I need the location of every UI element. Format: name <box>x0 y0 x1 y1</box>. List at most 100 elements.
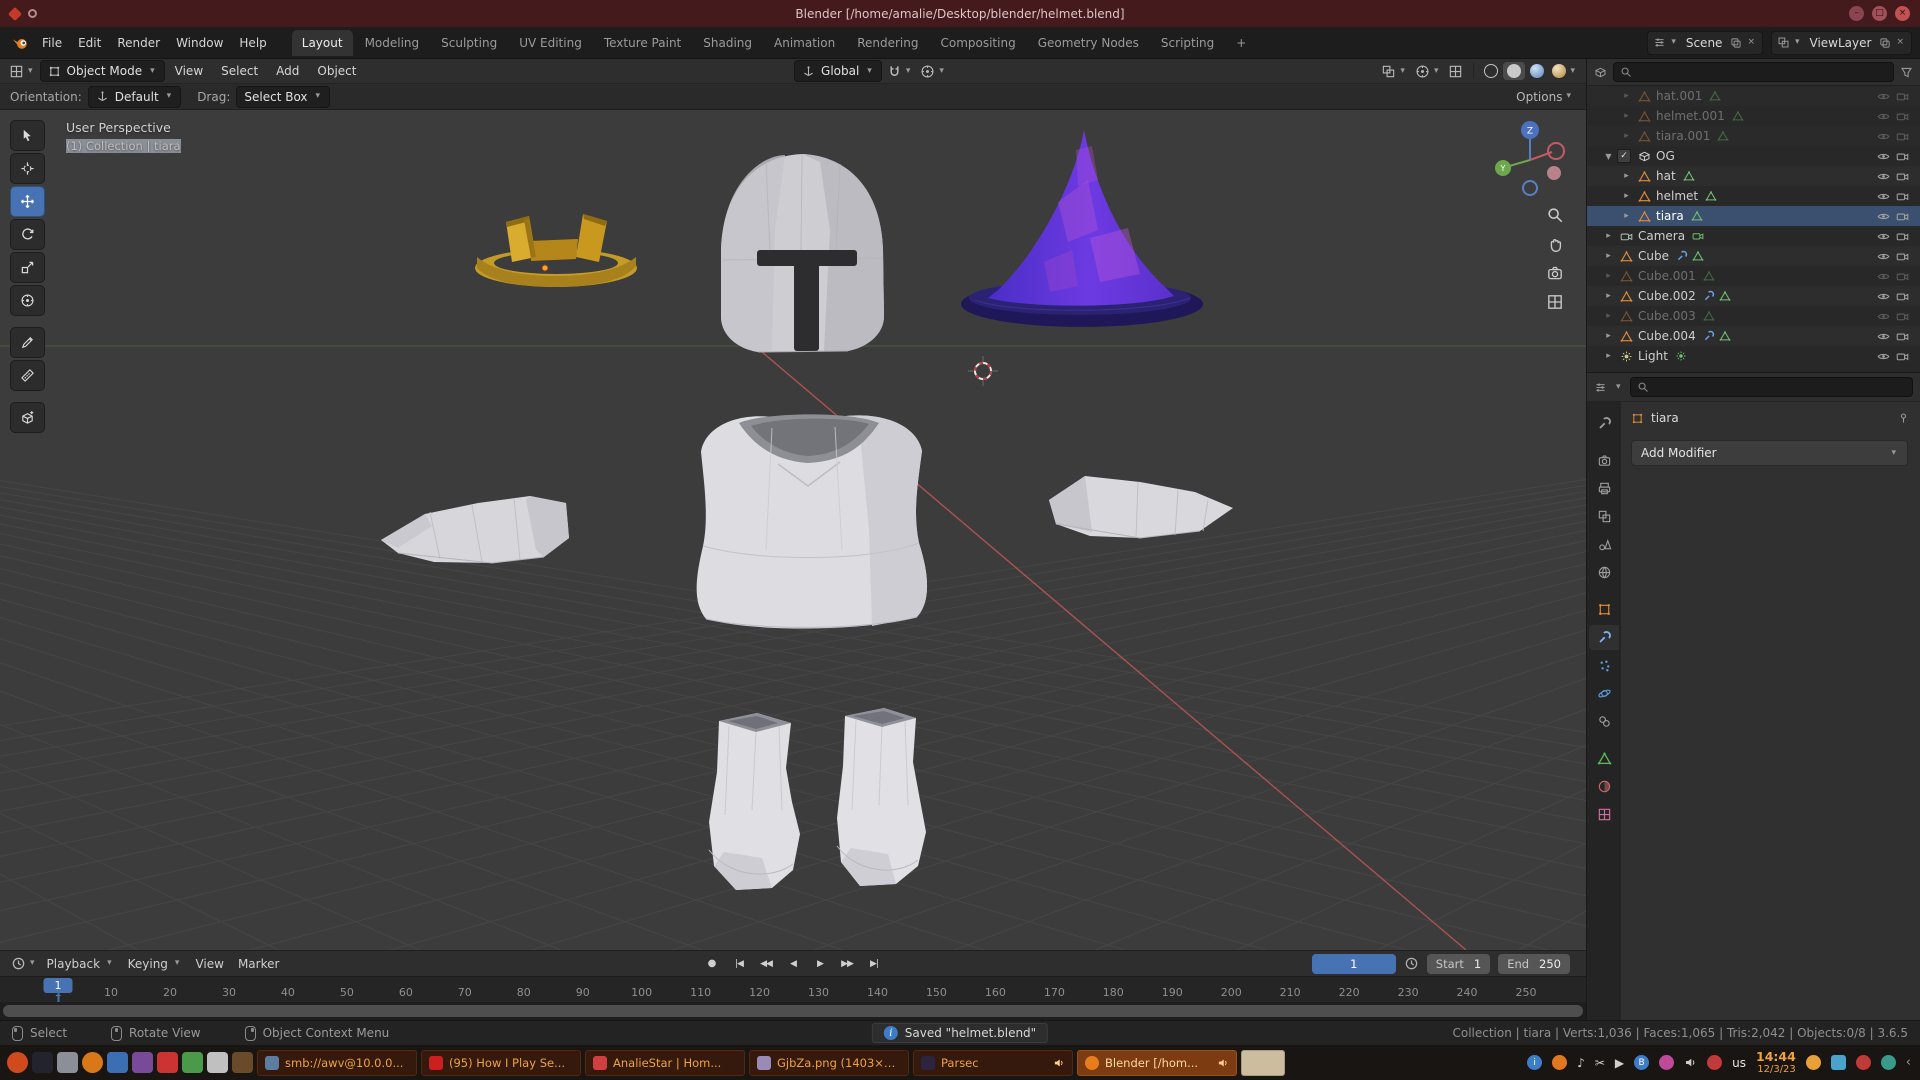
properties-search-input[interactable] <box>1630 377 1913 397</box>
hide-viewport-icon[interactable] <box>1874 290 1893 303</box>
orientation-dropdown[interactable]: Default ▾ <box>88 86 181 108</box>
media-player-icon[interactable] <box>132 1052 153 1073</box>
menu-add[interactable]: Add <box>268 61 307 81</box>
disable-render-icon[interactable] <box>1893 350 1912 363</box>
disable-render-icon[interactable] <box>1893 330 1912 343</box>
frame-start-field[interactable]: Start1 <box>1427 954 1490 974</box>
expand-icon[interactable]: ▸ <box>1600 331 1617 341</box>
hide-viewport-icon[interactable] <box>1874 270 1893 283</box>
keyboard-layout-indicator[interactable]: us <box>1732 1056 1746 1070</box>
toggle-xray-button[interactable] <box>1445 61 1466 81</box>
shading-rendered-button[interactable]: ▾ <box>1549 61 1580 81</box>
hide-viewport-icon[interactable] <box>1874 190 1893 203</box>
new-scene-icon[interactable] <box>1730 37 1742 49</box>
tab-output[interactable] <box>1589 476 1619 501</box>
hide-viewport-icon[interactable] <box>1874 150 1893 163</box>
expand-icon[interactable]: ▸ <box>1618 211 1635 221</box>
monitor-icon[interactable] <box>1831 1055 1846 1070</box>
taskbar-window-blank[interactable] <box>1241 1050 1285 1076</box>
menu-help[interactable]: Help <box>231 32 274 54</box>
expand-icon[interactable]: ▸ <box>1618 91 1635 101</box>
proportional-edit-button[interactable]: ▾ <box>917 61 949 81</box>
hide-viewport-icon[interactable] <box>1874 110 1893 123</box>
network-icon[interactable] <box>1881 1055 1896 1070</box>
tab-scene[interactable] <box>1589 532 1619 557</box>
new-viewlayer-icon[interactable] <box>1879 37 1891 49</box>
hide-viewport-icon[interactable] <box>1874 350 1893 363</box>
expand-icon[interactable]: ▸ <box>1618 131 1635 141</box>
boot-right-object[interactable] <box>837 708 926 886</box>
tool-transform[interactable] <box>10 285 45 316</box>
menu-window[interactable]: Window <box>168 32 231 54</box>
text-editor-icon[interactable] <box>207 1052 228 1073</box>
outliner-search-input[interactable] <box>1613 62 1894 82</box>
tab-modeling[interactable]: Modeling <box>355 30 430 56</box>
disable-render-icon[interactable] <box>1893 190 1912 203</box>
filter-icon[interactable] <box>1900 66 1913 79</box>
auto-key-button[interactable]: ● <box>699 954 725 974</box>
outliner-item[interactable]: ▸ hat <box>1587 166 1920 186</box>
navigation-gizmo[interactable]: Z Y <box>1490 116 1570 200</box>
snap-toggle[interactable]: ▾ <box>884 61 916 81</box>
disable-render-icon[interactable] <box>1893 170 1912 183</box>
tool-annotate[interactable] <box>10 327 45 358</box>
scene-selector[interactable]: ▾ Scene × <box>1647 31 1763 55</box>
tab-render[interactable] <box>1589 448 1619 473</box>
hide-viewport-icon[interactable] <box>1874 130 1893 143</box>
menu-keying[interactable]: Keying▾ <box>121 954 189 974</box>
current-frame-field[interactable]: 1 <box>1312 954 1396 974</box>
scene-canvas[interactable] <box>0 110 1586 950</box>
tab-uv-editing[interactable]: UV Editing <box>509 30 592 56</box>
shading-material-button[interactable] <box>1527 61 1547 81</box>
tab-world[interactable] <box>1589 560 1619 585</box>
helmet-object[interactable] <box>721 154 884 352</box>
expand-icon[interactable]: ▸ <box>1600 251 1617 261</box>
collapse-icon[interactable]: ▼ <box>1600 152 1617 161</box>
taskbar-window-parsec[interactable]: Parsec <box>913 1050 1073 1076</box>
tab-compositing[interactable]: Compositing <box>930 30 1025 56</box>
volume-icon[interactable] <box>1684 1056 1697 1069</box>
properties-editor-icon[interactable] <box>1594 381 1607 394</box>
clipboard-tray-icon[interactable]: ✂ <box>1595 1057 1605 1069</box>
disable-render-icon[interactable] <box>1893 110 1912 123</box>
use-preview-range-icon[interactable] <box>1404 956 1419 971</box>
disable-render-icon[interactable] <box>1893 270 1912 283</box>
hide-viewport-icon[interactable] <box>1874 170 1893 183</box>
taskbar-window-youtube[interactable]: (95) How I Play Se... <box>421 1050 581 1076</box>
timeline-editor-type-button[interactable]: ▾ <box>8 954 40 974</box>
tab-scripting[interactable]: Scripting <box>1151 30 1224 56</box>
collection-checkbox[interactable]: ✓ <box>1617 149 1631 163</box>
window-titlebar[interactable]: Blender [/home/amalie/Desktop/blender/he… <box>0 0 1920 27</box>
expand-icon[interactable]: ▸ <box>1618 111 1635 121</box>
tab-animation[interactable]: Animation <box>764 30 845 56</box>
tab-sculpting[interactable]: Sculpting <box>431 30 507 56</box>
hide-viewport-icon[interactable] <box>1874 250 1893 263</box>
jump-to-end-button[interactable]: ▶| <box>861 954 887 974</box>
options-dropdown[interactable]: Options▾ <box>1513 87 1576 107</box>
tool-rotate[interactable] <box>10 219 45 250</box>
expand-icon[interactable]: ▸ <box>1618 171 1635 181</box>
hide-viewport-icon[interactable] <box>1874 90 1893 103</box>
camera-view-icon[interactable] <box>1546 264 1564 282</box>
viewport-3d[interactable]: User Perspective (1) Collection | tiara <box>0 110 1586 950</box>
mode-dropdown[interactable]: Object Mode ▾ <box>40 60 165 82</box>
outliner-item[interactable]: ▸ Cube <box>1587 246 1920 266</box>
menu-marker[interactable]: Marker <box>231 954 286 974</box>
tab-object[interactable] <box>1589 597 1619 622</box>
taskbar-window-blender[interactable]: Blender [/hom... <box>1077 1050 1237 1076</box>
viewlayer-selector[interactable]: ▾ ViewLayer × <box>1771 31 1912 55</box>
security-icon[interactable] <box>1856 1055 1871 1070</box>
menu-view[interactable]: View <box>188 954 230 974</box>
file-manager-icon[interactable] <box>57 1052 78 1073</box>
tool-cursor[interactable] <box>10 153 45 184</box>
tab-rendering[interactable]: Rendering <box>847 30 928 56</box>
transform-orientation-dropdown[interactable]: Global ▾ <box>794 60 882 82</box>
mail-icon[interactable] <box>107 1052 128 1073</box>
next-keyframe-button[interactable]: ▶▶ <box>834 954 860 974</box>
drag-dropdown[interactable]: Select Box ▾ <box>236 86 330 108</box>
outliner-item[interactable]: ▸ helmet <box>1587 186 1920 206</box>
disable-render-icon[interactable] <box>1893 250 1912 263</box>
outliner-collection-og[interactable]: ▼ ✓ OG <box>1587 146 1920 166</box>
panel-collapse-icon[interactable]: ‹ <box>1906 1055 1911 1070</box>
hide-viewport-icon[interactable] <box>1874 230 1893 243</box>
